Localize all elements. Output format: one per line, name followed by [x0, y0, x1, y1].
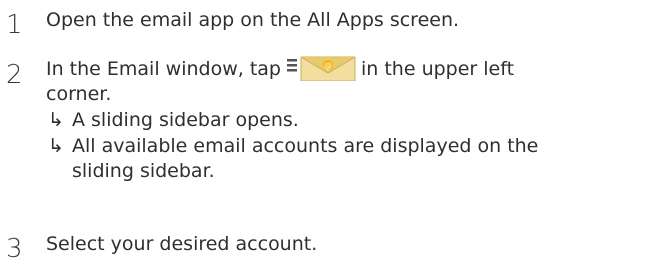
step-number: 1: [6, 10, 23, 40]
step-text: Open the email app on the All Apps scree…: [46, 9, 460, 31]
step-text-before: In the Email window, tap: [46, 58, 281, 80]
menu-email-envelope-icon: @: [285, 53, 357, 81]
step-text-after: in the upper left: [360, 58, 515, 80]
result-arrow-icon: ↳: [48, 135, 64, 157]
step-text-line2: corner.: [46, 83, 112, 105]
result-text: A sliding sidebar opens.: [72, 109, 299, 131]
svg-text:@: @: [324, 61, 332, 70]
step-text: Select your desired account.: [46, 233, 318, 255]
result-item: ↳ All available email accounts are displa…: [48, 134, 538, 159]
result-text: All available email accounts are display…: [72, 135, 539, 157]
step-number: 2: [6, 60, 23, 90]
step-number: 3: [6, 234, 23, 264]
result-item: ↳ A sliding sidebar opens.: [48, 108, 299, 133]
result-arrow-icon: ↳: [48, 109, 64, 131]
result-text-line2: sliding sidebar.: [72, 160, 215, 182]
step-text: In the Email window, tap @ in the upper …: [46, 56, 515, 82]
